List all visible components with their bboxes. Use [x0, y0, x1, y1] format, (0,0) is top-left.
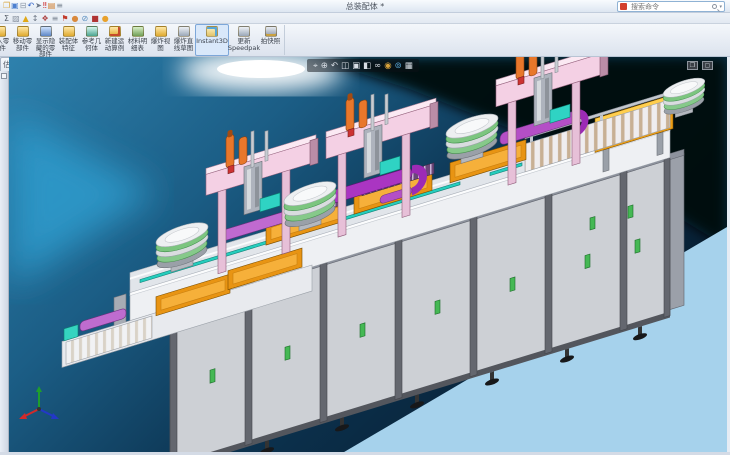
render-sphere-icon[interactable]: ●	[102, 14, 109, 23]
print-icon[interactable]: ⊟ ▾	[20, 1, 27, 12]
file-properties-icon[interactable]: ▤ ▾	[48, 1, 56, 12]
mates-icon[interactable]: ❖	[41, 14, 48, 23]
open-icon[interactable]: ❐ ▾	[3, 1, 10, 12]
feed-cylinder	[346, 97, 354, 131]
previous-view-icon[interactable]: ↶	[331, 60, 338, 72]
component-box-icon[interactable]: ■	[91, 14, 99, 23]
zoom-to-fit-icon[interactable]: ⌖	[313, 60, 318, 72]
title-bar: ❐ ▾ ▣ ▾ ⊟ ▾ ↶ ▾ ➤ ▾ ‼	[0, 0, 730, 13]
new-motion-study-icon	[109, 26, 121, 37]
update-speedpak-button[interactable]: 更新 Speedpak ▾	[229, 24, 259, 56]
take-snapshot-button[interactable]: 拍快照 ▾	[259, 24, 282, 56]
update-speedpak-icon	[238, 26, 250, 37]
search-input[interactable]	[629, 2, 710, 12]
restore-doc-window-icon[interactable]: ❐	[687, 61, 698, 70]
move-component-icon	[17, 26, 29, 37]
graphics-viewport[interactable]: ⌖ ⊕ ↶ ◫ ▣ ◧ ∞ ◉ ⊚ ▦ ❐ ▢	[9, 57, 727, 452]
heads-up-view-toolbar: ⌖ ⊕ ↶ ◫ ▣ ◧ ∞ ◉ ⊚ ▦	[307, 59, 419, 72]
display-tree-icon[interactable]: ≡	[52, 14, 59, 23]
rebuild-icon[interactable]: ‼ ▾	[43, 1, 47, 12]
view-orientation-icon[interactable]: ▣	[352, 60, 360, 72]
move-component-button[interactable]: 移动零 部件 ▾	[11, 24, 34, 56]
feed-cylinder	[226, 134, 234, 168]
insert-component-icon	[0, 26, 6, 37]
view-settings-icon[interactable]: ▦	[405, 60, 413, 72]
viewport-canvas[interactable]	[9, 57, 727, 452]
feature-manager-collapsed-panel[interactable]	[0, 71, 9, 452]
assembly-features-button[interactable]: 装配体 特征 ▾	[57, 24, 80, 56]
reference-geometry-icon	[86, 26, 98, 37]
assembly-features-icon	[63, 26, 75, 37]
bill-of-materials-button[interactable]: 材料明 细表 ▾	[126, 24, 149, 56]
equations-icon[interactable]: Σ	[4, 14, 9, 23]
explode-line-sketch-icon	[178, 26, 190, 37]
show-hidden-components-button[interactable]: 显示隐 藏的零 部件 ▾	[34, 24, 57, 56]
select-icon[interactable]: ➤ ▾	[35, 1, 42, 12]
explode-line-sketch-button[interactable]: 爆炸直 线草图 ▾	[172, 24, 195, 56]
feed-cylinder	[359, 99, 367, 128]
options-icon[interactable]: ≡ ▾	[56, 1, 63, 12]
hide-show-items-icon[interactable]: ∞	[374, 60, 381, 72]
instant3d-button[interactable]: Instant3D ▾	[195, 24, 229, 56]
assembly-toolbar: Σ ▨ ▲ ↕ ❖ ≡ ⚑ ●	[0, 13, 730, 24]
light-glow-core	[217, 60, 305, 78]
feed-cylinder	[516, 57, 524, 80]
show-hidden-components-icon	[40, 26, 52, 37]
display-style-icon[interactable]: ◧	[363, 60, 371, 72]
interference-detection-icon[interactable]: ▨	[12, 14, 20, 23]
ribbon-separator	[284, 25, 285, 55]
feed-cylinder	[239, 136, 247, 165]
exploded-view-icon	[155, 26, 167, 37]
search-icon[interactable]	[712, 4, 717, 9]
edit-appearance-icon[interactable]: ◉	[384, 60, 391, 72]
doc-window-buttons: ❐ ▢	[687, 61, 713, 70]
ribbon: 插入零 部件 ▾ 移动零 部件 ▾ 显示隐 藏的零 部件 ▾ 装配体 特征 ▾	[0, 24, 730, 57]
exploded-view-button[interactable]: 爆炸视 图 ▾	[149, 24, 172, 56]
zoom-to-area-icon[interactable]: ⊕	[321, 60, 328, 72]
edit-appearance-icon[interactable]: ●	[72, 14, 79, 23]
instant3d-icon	[206, 26, 218, 37]
warning-icon[interactable]: ▲	[23, 14, 29, 23]
apply-scene-icon[interactable]: ⊚	[395, 60, 402, 72]
reference-geometry-button[interactable]: 参考几 何体 ▾	[80, 24, 103, 56]
close-doc-window-icon[interactable]: ▢	[702, 61, 713, 70]
command-search[interactable]: ▾	[617, 1, 725, 12]
section-view-icon[interactable]: ◫	[341, 60, 349, 72]
feed-cylinder	[529, 57, 537, 77]
app-logo-icon	[620, 3, 627, 10]
section-off-icon[interactable]: ⊘	[82, 14, 89, 23]
motion-flag-icon[interactable]: ⚑	[61, 14, 68, 23]
expand-panel-icon[interactable]	[1, 73, 7, 79]
insert-component-button[interactable]: 插入零 部件 ▾	[0, 24, 11, 56]
take-snapshot-icon	[265, 26, 277, 37]
bill-of-materials-icon	[132, 26, 144, 37]
save-icon[interactable]: ▣ ▾	[11, 1, 19, 12]
undo-icon[interactable]: ↶ ▾	[27, 1, 34, 12]
quick-access-toolbar: ❐ ▾ ▣ ▾ ⊟ ▾ ↶ ▾ ➤ ▾ ‼	[0, 1, 63, 12]
new-motion-study-button[interactable]: 新建运 动算例 ▾	[103, 24, 126, 56]
align-components-icon[interactable]: ↕	[32, 14, 39, 23]
search-dropdown-caret-icon[interactable]: ▾	[719, 4, 722, 10]
